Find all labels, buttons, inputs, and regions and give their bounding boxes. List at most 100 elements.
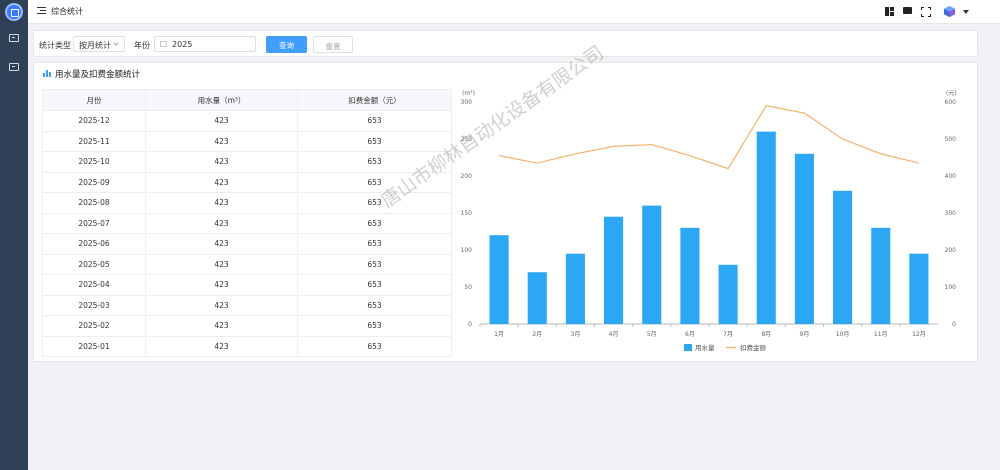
bar [794, 153, 814, 324]
fee-line [498, 105, 920, 170]
x-tick-label: 6月 [685, 331, 695, 338]
bar [833, 190, 853, 324]
logo-icon[interactable] [5, 3, 23, 21]
cell-month: 2025-07 [42, 212, 146, 234]
cell-month: 2025-04 [42, 274, 146, 296]
x-tick-label: 10月 [836, 331, 850, 338]
bar [871, 227, 891, 324]
cell-water: 423 [145, 335, 298, 357]
cell-water: 423 [145, 294, 298, 316]
cell-water: 423 [145, 110, 298, 132]
cell-fee: 653 [297, 110, 452, 132]
cell-fee: 653 [297, 233, 452, 255]
x-tick-label: 8月 [761, 331, 771, 338]
layout-grid-icon[interactable] [885, 7, 895, 17]
x-tick-label: 4月 [609, 331, 619, 338]
right-tick-label: 400 [945, 173, 957, 180]
cell-water: 423 [145, 253, 298, 275]
chat-icon[interactable] [903, 7, 912, 14]
year-picker[interactable]: 2025 [154, 36, 256, 52]
table-row: 2025-01 423 653 [42, 335, 452, 357]
cell-month: 2025-10 [42, 151, 146, 173]
page-title: 综合统计 [51, 7, 83, 16]
table-row: 2025-02 423 653 [42, 315, 452, 337]
left-tick-label: 250 [461, 136, 473, 143]
left-axis-unit: (m³) [462, 90, 475, 97]
right-tick-label: 300 [945, 210, 957, 217]
cell-water: 423 [145, 212, 298, 234]
table-row: 2025-04 423 653 [42, 274, 452, 296]
filter-bar: 统计类型 按月统计 年份 2025 查询 重置 [33, 30, 978, 57]
left-tick-label: 200 [461, 173, 473, 180]
right-tick-label: 0 [952, 321, 956, 328]
cell-month: 2025-01 [42, 335, 146, 357]
x-tick-label: 2月 [532, 331, 542, 338]
column-header-fee: 扣费金额（元） [297, 89, 452, 111]
message-icon[interactable] [9, 34, 19, 42]
year-label: 年份 [134, 41, 150, 50]
table-row: 2025-12 423 653 [42, 110, 452, 132]
cell-water: 423 [145, 315, 298, 337]
cell-water: 423 [145, 171, 298, 193]
table-row: 2025-05 423 653 [42, 253, 452, 275]
cell-month: 2025-11 [42, 130, 146, 152]
x-tick-label: 1月 [494, 331, 504, 338]
cell-water: 423 [145, 130, 298, 152]
stat-type-value: 按月统计 [79, 41, 111, 50]
right-tick-label: 500 [945, 136, 957, 143]
cell-water: 423 [145, 151, 298, 173]
legend-label-water: 用水量 [695, 343, 715, 352]
column-header-month: 月份 [42, 89, 146, 111]
legend-swatch-water [684, 344, 692, 351]
right-tick-label: 600 [945, 99, 957, 106]
left-tick-label: 50 [464, 284, 472, 291]
table-row: 2025-07 423 653 [42, 212, 452, 234]
right-tick-label: 200 [945, 247, 957, 254]
cell-fee: 653 [297, 274, 452, 296]
cell-month: 2025-12 [42, 110, 146, 132]
query-button[interactable]: 查询 [266, 36, 307, 53]
table-row: 2025-03 423 653 [42, 294, 452, 316]
fullscreen-icon[interactable] [921, 7, 931, 17]
bar [909, 253, 929, 324]
year-value: 2025 [172, 40, 193, 49]
user-avatar-icon[interactable] [943, 5, 956, 18]
bar [680, 227, 700, 324]
x-tick-label: 12月 [912, 331, 926, 338]
x-tick-label: 11月 [874, 331, 888, 338]
left-tick-label: 150 [461, 210, 473, 217]
left-tick-label: 0 [468, 321, 472, 328]
table-row: 2025-10 423 653 [42, 151, 452, 173]
cell-fee: 653 [297, 335, 452, 357]
bar [565, 253, 585, 324]
right-axis-unit: (元) [946, 90, 957, 97]
stat-type-label: 统计类型 [39, 41, 71, 50]
reset-button[interactable]: 重置 [313, 36, 353, 53]
cell-fee: 653 [297, 315, 452, 337]
bar-chart-icon [43, 70, 52, 77]
table-row: 2025-11 423 653 [42, 130, 452, 152]
chevron-down-icon[interactable] [963, 10, 969, 14]
table-row: 2025-09 423 653 [42, 171, 452, 193]
cell-fee: 653 [297, 171, 452, 193]
menu-fold-icon[interactable] [37, 7, 46, 15]
chevron-down-icon [113, 40, 119, 46]
cell-fee: 653 [297, 253, 452, 275]
cell-month: 2025-06 [42, 233, 146, 255]
cell-water: 423 [145, 233, 298, 255]
cell-fee: 653 [297, 151, 452, 173]
cell-month: 2025-08 [42, 192, 146, 214]
statistics-table: 月份 用水量（m³） 扣费金额（元） 2025-12 423 653 2025-11 4… [42, 89, 452, 357]
left-tick-label: 300 [461, 99, 473, 106]
stat-type-select[interactable]: 按月统计 [73, 36, 125, 52]
message-icon[interactable] [9, 63, 19, 71]
cell-month: 2025-03 [42, 294, 146, 316]
x-tick-label: 9月 [800, 331, 810, 338]
sidebar [0, 0, 28, 470]
column-header-water: 用水量（m³） [145, 89, 298, 111]
x-tick-label: 5月 [647, 331, 657, 338]
table-row: 2025-06 423 653 [42, 233, 452, 255]
x-tick-label: 3月 [571, 331, 581, 338]
panel-title: 用水量及扣费金额统计 [55, 70, 141, 80]
legend-label-fee: 扣费金额 [740, 343, 767, 352]
